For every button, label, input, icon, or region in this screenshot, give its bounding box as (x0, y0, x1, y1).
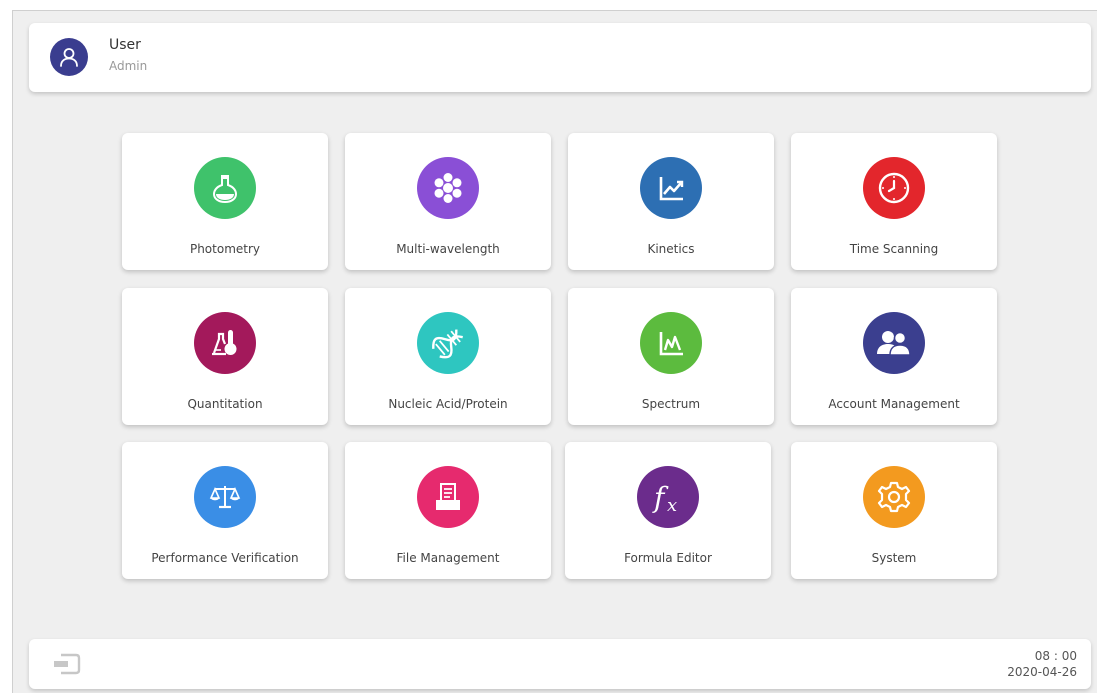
tile-label: Photometry (189, 242, 261, 256)
line-chart-icon (640, 157, 702, 219)
tile-account-management[interactable]: Account Management (791, 288, 997, 425)
hexagon-cluster-icon (417, 157, 479, 219)
tile-time-scanning[interactable]: Time Scanning (791, 133, 997, 270)
flask-icon (194, 157, 256, 219)
tile-label: File Management (396, 551, 500, 565)
tile-label: System (871, 551, 917, 565)
tile-label: Spectrum (641, 397, 701, 411)
function-icon: f x (637, 466, 699, 528)
tile-file-management[interactable]: File Management (345, 442, 551, 579)
spectrum-chart-icon (640, 312, 702, 374)
dna-icon (417, 312, 479, 374)
tile-label: Performance Verification (151, 551, 299, 565)
tile-label: Multi-wavelength (396, 242, 500, 256)
tile-system[interactable]: System (791, 442, 997, 579)
clock-date: 2020-04-26 (1007, 665, 1077, 679)
tile-label: Kinetics (647, 242, 695, 256)
tile-spectrum[interactable]: Spectrum (568, 288, 774, 425)
footer-bar: 08 : 00 2020-04-26 (29, 639, 1091, 689)
header-bar: User Admin (29, 23, 1091, 92)
tile-label: Quantitation (187, 397, 263, 411)
tile-formula-editor[interactable]: f x Formula Editor (565, 442, 771, 579)
gear-icon (863, 466, 925, 528)
clock-icon (863, 157, 925, 219)
user-role: Admin (109, 59, 148, 73)
users-icon (863, 312, 925, 374)
user-name: User (109, 37, 141, 53)
thermometer-flask-icon (194, 312, 256, 374)
tile-kinetics[interactable]: Kinetics (568, 133, 774, 270)
tile-photometry[interactable]: Photometry (122, 133, 328, 270)
file-tray-icon (417, 466, 479, 528)
svg-text:x: x (667, 495, 677, 516)
tile-label: Nucleic Acid/Protein (388, 397, 508, 411)
tile-performance-verification[interactable]: Performance Verification (122, 442, 328, 579)
tile-label: Time Scanning (849, 242, 939, 256)
tile-label: Formula Editor (624, 551, 712, 565)
person-icon[interactable] (50, 38, 88, 76)
main-screen: User Admin Photometry Multi-wavelength K… (12, 10, 1097, 693)
tile-quantitation[interactable]: Quantitation (122, 288, 328, 425)
tile-label: Account Management (828, 397, 960, 411)
tile-multi-wavelength[interactable]: Multi-wavelength (345, 133, 551, 270)
exit-icon[interactable] (52, 653, 82, 675)
clock-time: 08 : 00 (1034, 649, 1077, 663)
balance-scale-icon (194, 466, 256, 528)
tile-nucleic-acid-protein[interactable]: Nucleic Acid/Protein (345, 288, 551, 425)
